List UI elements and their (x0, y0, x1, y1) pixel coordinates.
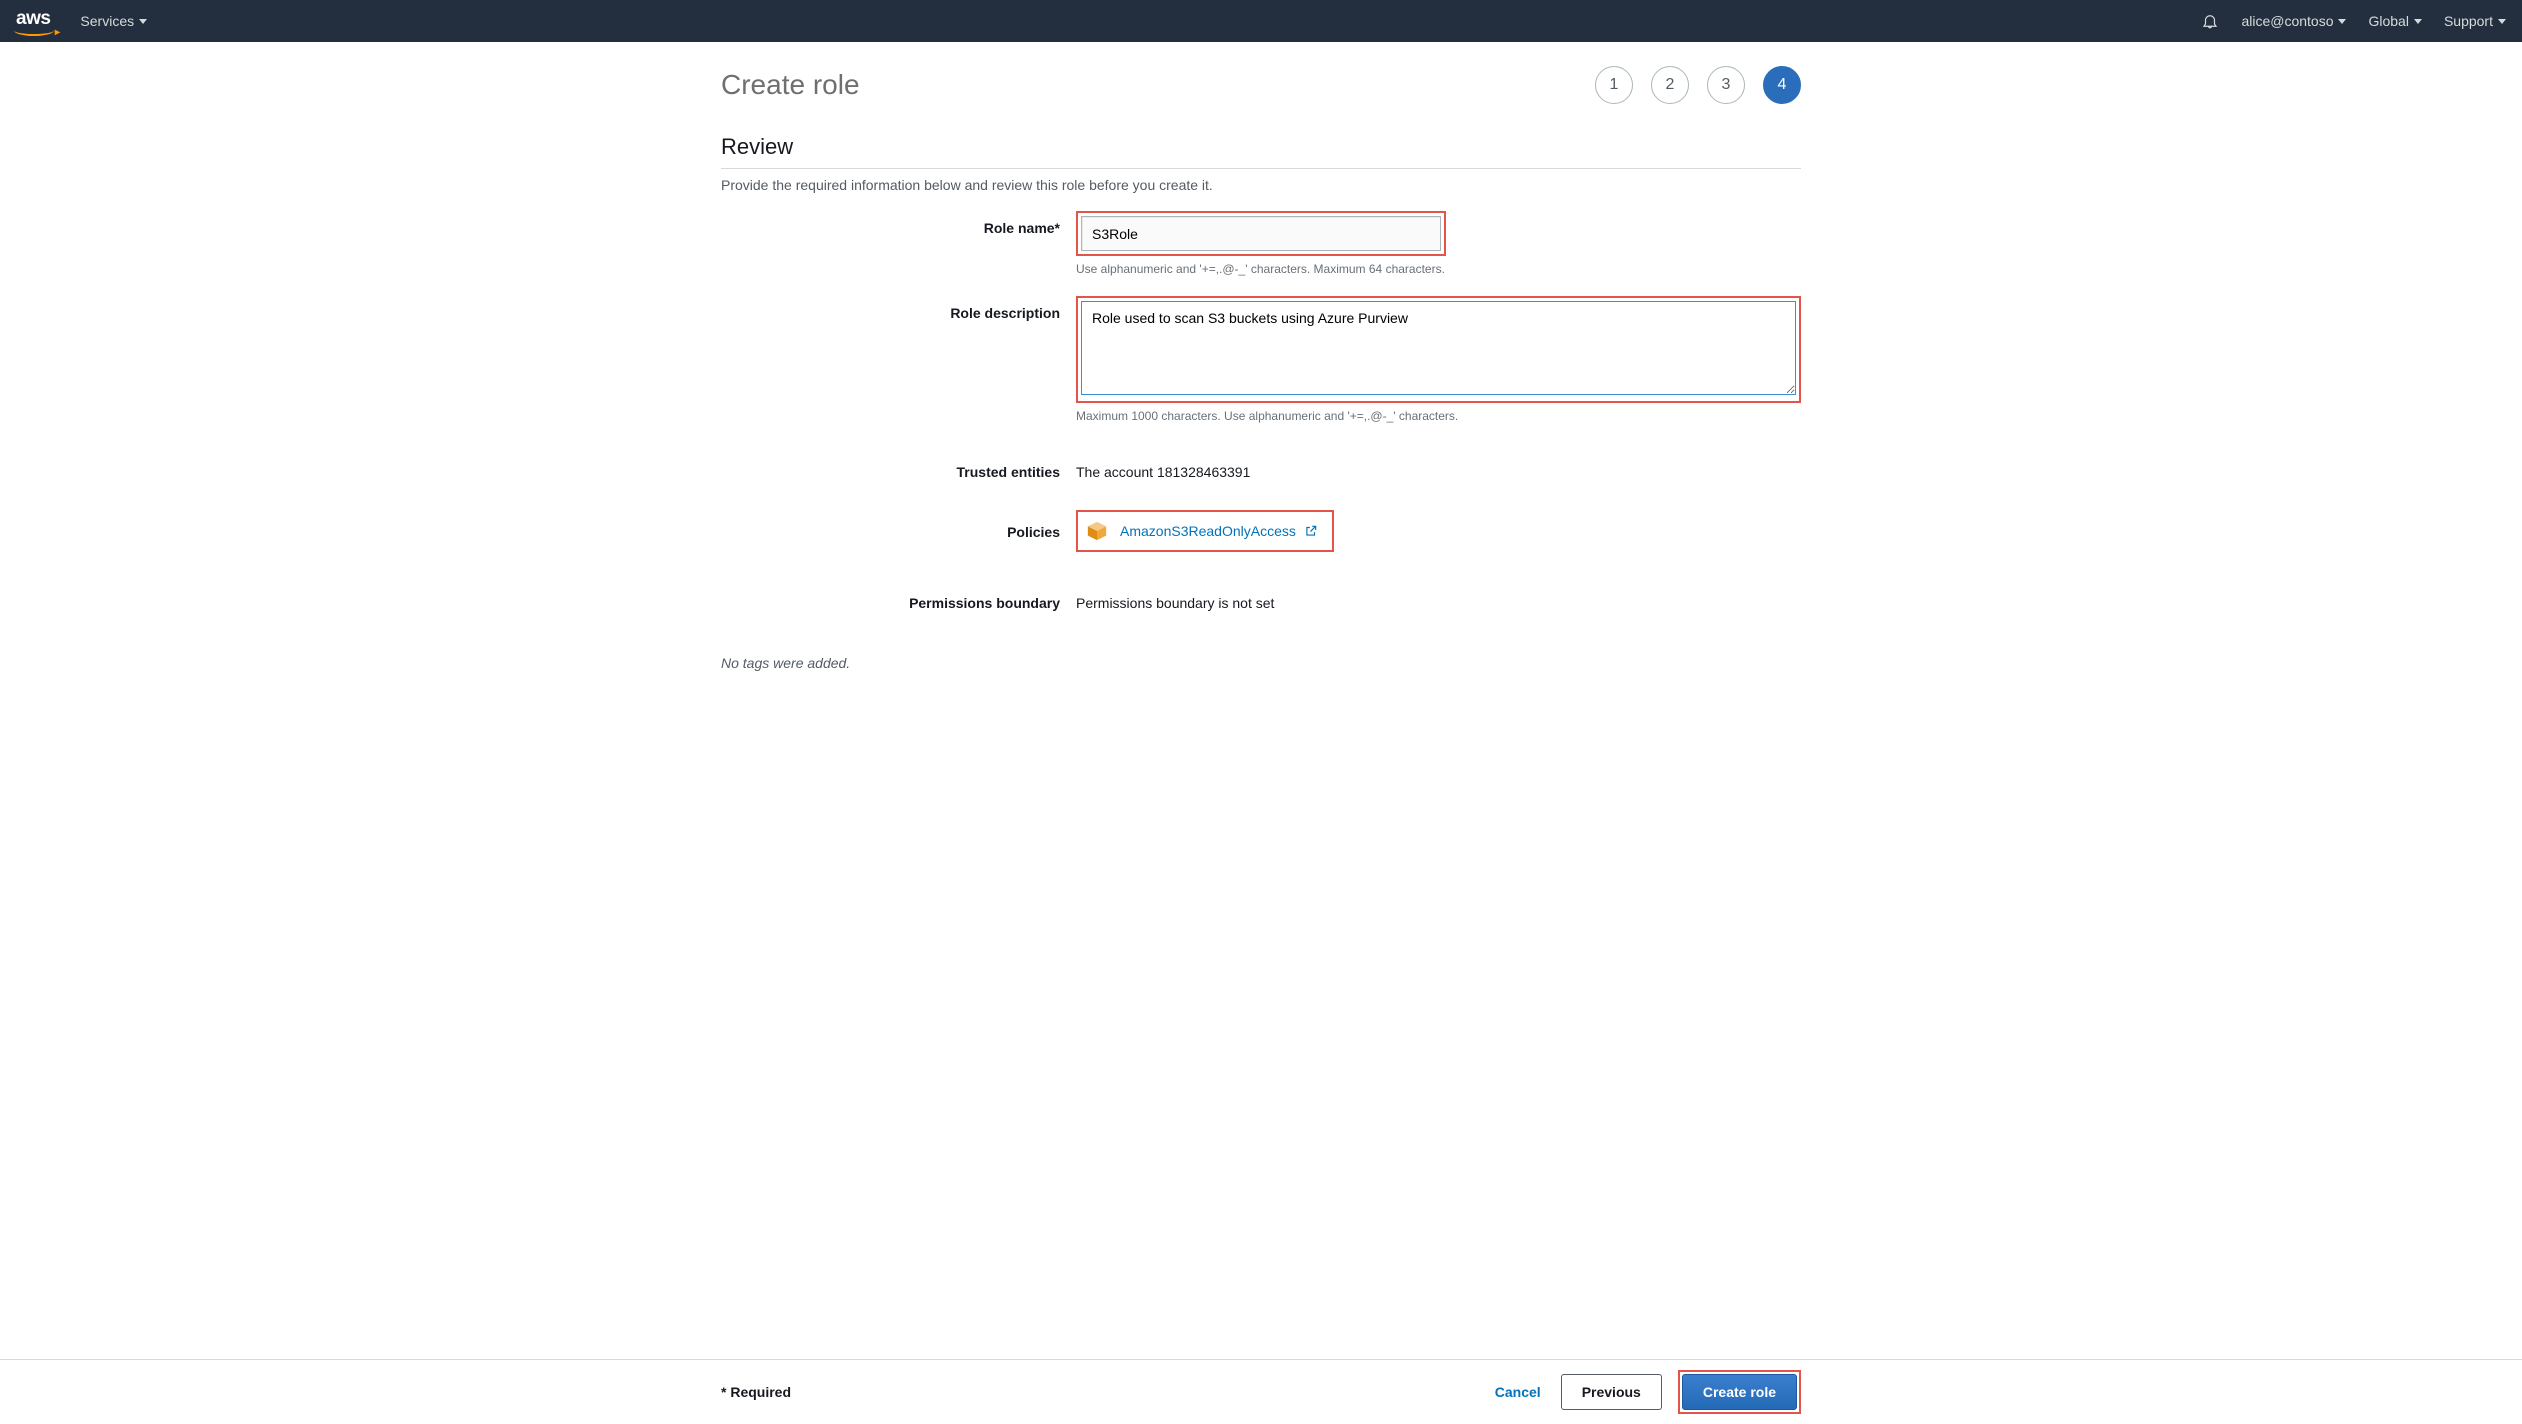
wizard-step-2[interactable]: 2 (1651, 66, 1689, 104)
section-title: Review (721, 134, 1801, 169)
permissions-boundary-label: Permissions boundary (721, 586, 1076, 611)
policies-row: Policies AmazonS3ReadOnlyAccess (721, 510, 1801, 552)
footer-inner: * Required Cancel Previous Create role (701, 1370, 1821, 1414)
chevron-down-icon (139, 19, 147, 24)
wizard-step-1[interactable]: 1 (1595, 66, 1633, 104)
role-description-hint: Maximum 1000 characters. Use alphanumeri… (1076, 409, 1801, 423)
highlight-role-description (1076, 296, 1801, 403)
wizard-steps: 1 2 3 4 (1595, 66, 1801, 104)
permissions-boundary-value: Permissions boundary is not set (1076, 586, 1801, 611)
role-name-label: Role name* (721, 211, 1076, 236)
chevron-down-icon (2498, 19, 2506, 24)
role-name-row: Role name* Use alphanumeric and '+=,.@-_… (721, 211, 1801, 290)
review-form: Role name* Use alphanumeric and '+=,.@-_… (721, 211, 1801, 611)
policies-field: AmazonS3ReadOnlyAccess (1076, 510, 1801, 552)
trusted-entities-label: Trusted entities (721, 455, 1076, 480)
chevron-down-icon (2414, 19, 2422, 24)
create-role-button[interactable]: Create role (1682, 1374, 1797, 1410)
region-label: Global (2368, 13, 2408, 29)
support-label: Support (2444, 13, 2493, 29)
role-name-hint: Use alphanumeric and '+=,.@-_' character… (1076, 262, 1801, 276)
wizard-step-4[interactable]: 4 (1763, 66, 1801, 104)
page-content: Create role 1 2 3 4 Review Provide the r… (701, 42, 1821, 771)
role-description-field: Maximum 1000 characters. Use alphanumeri… (1076, 296, 1801, 437)
highlight-create-role: Create role (1678, 1370, 1801, 1414)
permissions-boundary-row: Permissions boundary Permissions boundar… (721, 586, 1801, 611)
services-menu[interactable]: Services (80, 13, 147, 29)
role-name-input[interactable] (1081, 216, 1441, 251)
page-title-row: Create role 1 2 3 4 (721, 66, 1801, 104)
wizard-step-3[interactable]: 3 (1707, 66, 1745, 104)
bell-icon (2201, 12, 2219, 30)
highlight-policy: AmazonS3ReadOnlyAccess (1076, 510, 1334, 552)
role-description-textarea[interactable] (1081, 301, 1796, 395)
trusted-entities-field: The account 181328463391 (1076, 455, 1801, 480)
header-right: alice@contoso Global Support (2201, 12, 2506, 30)
account-menu[interactable]: alice@contoso (2241, 13, 2346, 29)
page-title: Create role (721, 69, 860, 101)
aws-global-header: aws ▸ Services alice@contoso Global Supp… (0, 0, 2522, 42)
required-note: * Required (721, 1384, 791, 1400)
trusted-entities-value: The account 181328463391 (1076, 455, 1801, 480)
highlight-role-name (1076, 211, 1446, 256)
aws-logo-caret-icon: ▸ (55, 27, 60, 38)
aws-logo-text: aws (16, 8, 50, 29)
services-label: Services (80, 13, 134, 29)
account-label: alice@contoso (2241, 13, 2333, 29)
role-description-row: Role description Maximum 1000 characters… (721, 296, 1801, 437)
section-hint: Provide the required information below a… (721, 177, 1801, 193)
policy-name: AmazonS3ReadOnlyAccess (1120, 523, 1296, 539)
no-tags-note: No tags were added. (721, 655, 1801, 671)
region-menu[interactable]: Global (2368, 13, 2421, 29)
chevron-down-icon (2338, 19, 2346, 24)
footer-bar: * Required Cancel Previous Create role (0, 1359, 2522, 1424)
footer-actions: Cancel Previous Create role (1491, 1370, 1801, 1414)
policy-link[interactable]: AmazonS3ReadOnlyAccess (1120, 523, 1318, 539)
notifications-button[interactable] (2201, 12, 2219, 30)
support-menu[interactable]: Support (2444, 13, 2506, 29)
cancel-button[interactable]: Cancel (1491, 1376, 1545, 1408)
policies-label: Policies (721, 510, 1076, 540)
role-description-label: Role description (721, 296, 1076, 321)
aws-logo[interactable]: aws ▸ (16, 8, 50, 34)
trusted-entities-row: Trusted entities The account 18132846339… (721, 455, 1801, 480)
role-name-field: Use alphanumeric and '+=,.@-_' character… (1076, 211, 1801, 290)
external-link-icon (1304, 524, 1318, 538)
permissions-boundary-field: Permissions boundary is not set (1076, 586, 1801, 611)
policy-cube-icon (1086, 520, 1108, 542)
previous-button[interactable]: Previous (1561, 1374, 1662, 1410)
